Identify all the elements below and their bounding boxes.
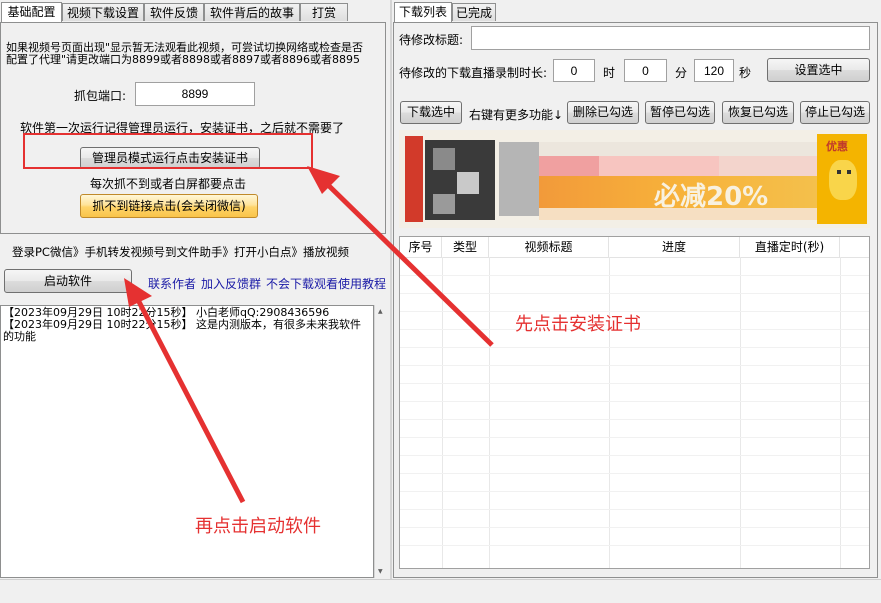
arrow-to-start-button (133, 294, 246, 504)
annotation-arrows (124, 166, 494, 504)
annotation-second-step: 再点击启动软件 (195, 516, 321, 537)
tab-label: 基础配置 (7, 5, 56, 19)
annotation-first-step: 先点击安装证书 (515, 314, 641, 335)
tab-label: 下载列表 (398, 5, 447, 19)
arrow-to-install-cert (323, 180, 494, 347)
tab-download-list[interactable]: 下载列表 (394, 2, 452, 22)
tab-basic-config[interactable]: 基础配置 (1, 2, 62, 22)
arrow-head-icon (124, 278, 152, 307)
